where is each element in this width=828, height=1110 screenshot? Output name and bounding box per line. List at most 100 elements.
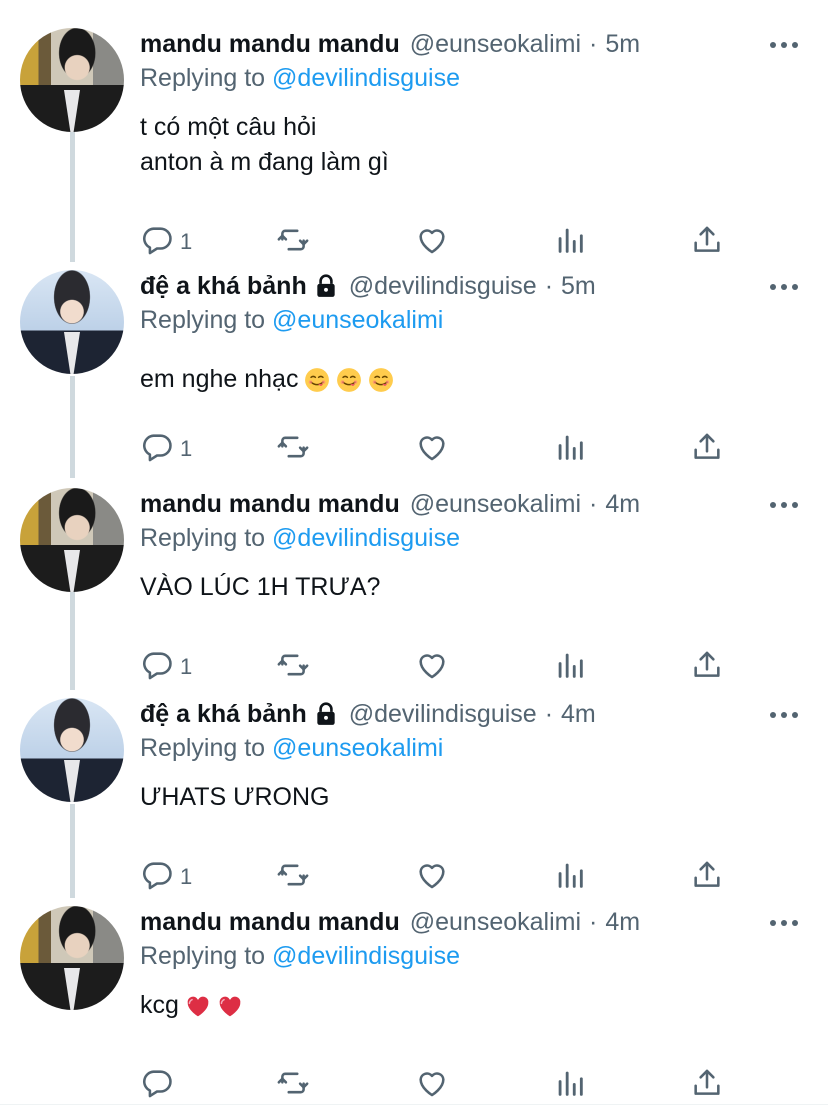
reply-button[interactable] — [140, 1065, 174, 1105]
more-options-icon[interactable] — [770, 41, 798, 49]
timestamp[interactable]: 5m — [605, 30, 640, 59]
reply-button[interactable]: 1 — [140, 647, 192, 687]
user-handle[interactable]: @devilindisguise — [349, 272, 537, 301]
heart-icon — [415, 430, 449, 469]
display-name[interactable]: đệ a khá bảnh — [140, 700, 307, 729]
tweet[interactable]: đệ a khá bảnh @devilindisguise · 4m Replying… — [0, 694, 828, 901]
replying-to-mention[interactable]: @eunseokalimi — [272, 734, 443, 762]
separator-dot: · — [589, 489, 598, 518]
retweet-icon — [276, 430, 310, 469]
avatar[interactable] — [20, 488, 124, 592]
tweet-actions: 1 — [140, 429, 740, 469]
display-name[interactable]: mandu mandu mandu — [140, 490, 400, 519]
share-button[interactable] — [690, 857, 724, 897]
replying-to: Replying to @devilindisguise — [140, 942, 460, 971]
user-handle[interactable]: @eunseokalimi — [410, 908, 581, 937]
replying-to-label: Replying to — [140, 734, 273, 762]
tweet-text-line: em nghe nhạc — [140, 365, 299, 393]
reply-icon — [140, 1066, 174, 1105]
display-name[interactable]: mandu mandu mandu — [140, 30, 400, 59]
reply-button[interactable]: 1 — [140, 222, 192, 262]
analytics-button[interactable] — [553, 647, 587, 687]
share-button[interactable] — [690, 1065, 724, 1105]
replying-to-label: Replying to — [140, 64, 273, 92]
heart-icon — [415, 648, 449, 687]
timestamp[interactable]: 4m — [561, 700, 596, 729]
reply-count: 1 — [180, 864, 193, 889]
separator-dot: · — [589, 907, 598, 936]
replying-to-mention[interactable]: @devilindisguise — [272, 64, 460, 92]
avatar[interactable] — [20, 28, 124, 132]
replying-to-mention[interactable]: @devilindisguise — [272, 524, 460, 552]
timestamp[interactable]: 4m — [605, 908, 640, 937]
timestamp[interactable]: 4m — [605, 490, 640, 519]
divider — [0, 1104, 828, 1105]
avatar[interactable] — [20, 270, 124, 374]
tweet-actions: 1 — [140, 647, 740, 687]
retweet-button[interactable] — [276, 647, 310, 687]
analytics-button[interactable] — [553, 857, 587, 897]
share-button[interactable] — [690, 429, 724, 469]
retweet-button[interactable] — [276, 222, 310, 262]
tweet-text: kcg — [140, 988, 243, 1023]
retweet-icon — [276, 223, 310, 262]
avatar-shirt-collar — [64, 760, 80, 802]
share-button[interactable] — [690, 647, 724, 687]
like-button[interactable] — [415, 1065, 449, 1105]
user-handle[interactable]: @eunseokalimi — [410, 30, 581, 59]
tweet[interactable]: mandu mandu mandu @eunseokalimi · 5m Replyin… — [0, 24, 828, 266]
analytics-button[interactable] — [553, 222, 587, 262]
display-name[interactable]: mandu mandu mandu — [140, 908, 400, 937]
share-icon — [690, 223, 724, 262]
reply-icon — [140, 648, 174, 687]
user-handle[interactable]: @devilindisguise — [349, 700, 537, 729]
avatar-shirt-collar — [64, 550, 80, 592]
heart-icon — [415, 223, 449, 262]
more-options-icon[interactable] — [770, 501, 798, 509]
reply-count: 1 — [180, 654, 193, 679]
heart-icon — [415, 1066, 449, 1105]
share-button[interactable] — [690, 222, 724, 262]
red-heart-icon — [185, 993, 211, 1019]
tweet-header: đệ a khá bảnh @devilindisguise · 4m — [140, 698, 596, 730]
heart-icon — [415, 858, 449, 897]
like-button[interactable] — [415, 857, 449, 897]
retweet-icon — [276, 1066, 310, 1105]
replying-to-label: Replying to — [140, 524, 273, 552]
avatar[interactable] — [20, 698, 124, 802]
replying-to-mention[interactable]: @eunseokalimi — [272, 306, 443, 334]
tweet[interactable]: mandu mandu mandu @eunseokalimi · 4m Replyin… — [0, 484, 828, 691]
replying-to: Replying to @devilindisguise — [140, 524, 460, 553]
yum-face-icon — [336, 367, 362, 393]
tweet[interactable]: đệ a khá bảnh @devilindisguise · 5m Replying… — [0, 266, 828, 473]
replying-to: Replying to @devilindisguise — [140, 64, 460, 93]
timestamp[interactable]: 5m — [561, 272, 596, 301]
tweet[interactable]: mandu mandu mandu @eunseokalimi · 4m Replyin… — [0, 902, 828, 1109]
analytics-button[interactable] — [553, 429, 587, 469]
more-options-icon[interactable] — [770, 919, 798, 927]
avatar[interactable] — [20, 906, 124, 1010]
like-button[interactable] — [415, 222, 449, 262]
reply-count: 1 — [180, 436, 193, 461]
user-handle[interactable]: @eunseokalimi — [410, 490, 581, 519]
more-options-icon[interactable] — [770, 711, 798, 719]
yum-face-icon — [304, 367, 330, 393]
analytics-button[interactable] — [553, 1065, 587, 1105]
retweet-button[interactable] — [276, 1065, 310, 1105]
retweet-button[interactable] — [276, 429, 310, 469]
replying-to-label: Replying to — [140, 942, 273, 970]
share-icon — [690, 858, 724, 897]
reply-button[interactable]: 1 — [140, 429, 192, 469]
retweet-button[interactable] — [276, 857, 310, 897]
tweet-text-line: VÀO LÚC 1H TRƯA? — [140, 573, 381, 601]
more-options-icon[interactable] — [770, 283, 798, 291]
tweet-text-line: ƯHATS ƯRONG — [140, 783, 330, 811]
reply-button[interactable]: 1 — [140, 857, 192, 897]
like-button[interactable] — [415, 647, 449, 687]
like-button[interactable] — [415, 429, 449, 469]
yum-face-icon — [368, 367, 394, 393]
tweet-header: mandu mandu mandu @eunseokalimi · 5m — [140, 28, 640, 60]
display-name[interactable]: đệ a khá bảnh — [140, 272, 307, 301]
replying-to-mention[interactable]: @devilindisguise — [272, 942, 460, 970]
reply-count: 1 — [180, 229, 193, 254]
